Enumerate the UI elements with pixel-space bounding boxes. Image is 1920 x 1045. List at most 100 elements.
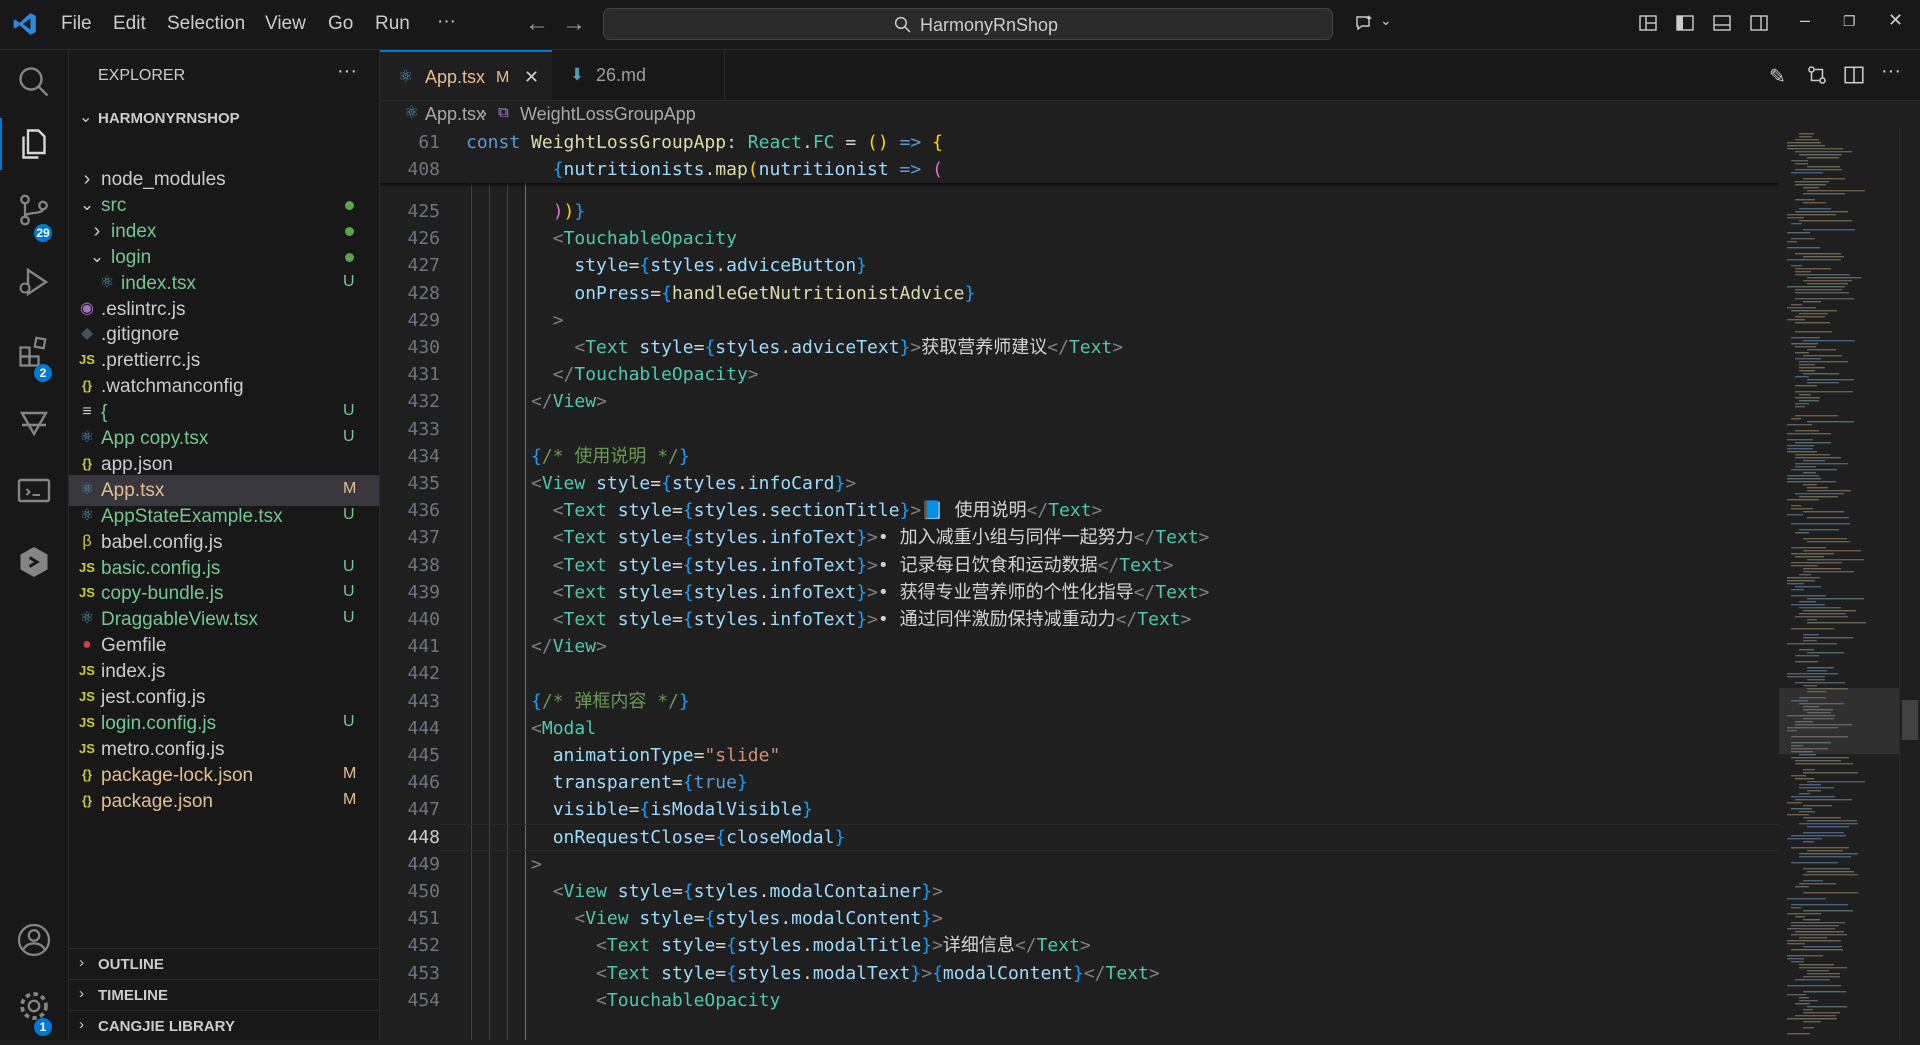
minimap-line	[1787, 241, 1797, 243]
tab-26-md[interactable]: ⬇ 26.md	[552, 50, 725, 100]
toggle-primary-sidebar-icon[interactable]	[1675, 13, 1695, 33]
back-arrow-icon[interactable]: ←	[525, 10, 549, 38]
code-line[interactable]: 425 ))}	[380, 198, 1779, 225]
minimap-line	[1791, 589, 1804, 591]
code-line[interactable]: 434 {/* 使用说明 */}	[380, 443, 1779, 470]
minimap-slider[interactable]	[1779, 688, 1899, 754]
code-line[interactable]: 440 <Text style={styles.infoText}>• 通过同伴…	[380, 606, 1779, 633]
close-tab-icon[interactable]: ✕	[524, 67, 539, 88]
code-line[interactable]: 452 <Text style={styles.modalTitle}>详细信息…	[380, 932, 1779, 959]
vertical-scrollbar[interactable]	[1899, 129, 1920, 1040]
minimize-icon[interactable]: –	[1800, 10, 1810, 31]
code-line[interactable]: 438 <Text style={styles.infoText}>• 记录每日…	[380, 552, 1779, 579]
code-line[interactable]: 454 <TouchableOpacity	[380, 987, 1779, 1014]
account-icon[interactable]	[16, 922, 52, 958]
minimap-line	[1791, 775, 1806, 777]
code-line[interactable]: 427 style={styles.adviceButton}	[380, 252, 1779, 279]
code-line[interactable]: 448 onRequestClose={closeModal}	[380, 824, 1779, 851]
minimap-line	[1799, 1000, 1818, 1002]
minimap-line	[1799, 154, 1842, 156]
workspace-root-label: HARMONYRNSHOP	[98, 110, 240, 127]
menu-go[interactable]: Go	[328, 13, 353, 35]
code-line[interactable]: 451 <View style={styles.modalContent}>	[380, 905, 1779, 932]
menu-more[interactable]: ···	[437, 11, 456, 33]
minimap[interactable]	[1779, 129, 1899, 1040]
code-line[interactable]: 437 <Text style={styles.infoText}>• 加入减重…	[380, 524, 1779, 551]
code-line[interactable]: 445 animationType="slide"	[380, 742, 1779, 769]
breadcrumb-symbol[interactable]: WeightLossGroupApp	[520, 104, 696, 125]
code-editor[interactable]: 425 ))} 426 <TouchableOpacity 427 style={s…	[380, 129, 1779, 1040]
code-line[interactable]: 443 {/* 弹框内容 */}	[380, 688, 1779, 715]
minimap-line	[1803, 484, 1817, 486]
breadcrumb-file[interactable]: App.tsx	[425, 104, 485, 125]
minimap-line	[1787, 232, 1810, 234]
pencil-edit-icon[interactable]: ✎	[1769, 64, 1786, 89]
cangjie-icon[interactable]	[16, 544, 52, 580]
code-line[interactable]: 450 <View style={styles.modalContainer}>	[380, 878, 1779, 905]
outline-label: OUTLINE	[98, 956, 164, 973]
source-control-icon[interactable]	[16, 192, 52, 228]
customize-layout-icon[interactable]	[1638, 13, 1658, 33]
remote-explorer-icon[interactable]	[16, 474, 52, 510]
minimap-line	[1799, 793, 1810, 795]
compare-changes-icon[interactable]	[1806, 64, 1828, 86]
minimap-line	[1795, 430, 1819, 432]
code-line[interactable]: 453 <Text style={styles.modalText}>{moda…	[380, 960, 1779, 987]
search-icon[interactable]	[16, 64, 52, 100]
code-line[interactable]: 432 </View>	[380, 388, 1779, 415]
deveco-icon[interactable]	[16, 404, 52, 440]
minimap-line	[1787, 1033, 1810, 1035]
run-debug-icon[interactable]	[16, 264, 52, 300]
cangjie-library-section[interactable]: › CANGJIE LIBRARY	[69, 1010, 379, 1041]
outline-section[interactable]: › OUTLINE	[69, 948, 379, 979]
minimap-line	[1791, 310, 1837, 312]
code-line[interactable]: 446 transparent={true}	[380, 769, 1779, 796]
code-line[interactable]: 430 <Text style={styles.adviceText}>获取营养…	[380, 334, 1779, 361]
code-line[interactable]: 428 onPress={handleGetNutritionistAdvice…	[380, 280, 1779, 307]
more-actions-icon[interactable]: ···	[337, 60, 357, 83]
workspace-root[interactable]: ⌄ HARMONYRNSHOP	[69, 106, 379, 132]
tree-item[interactable]: {} package.json M	[69, 786, 379, 817]
sticky-line[interactable]: 61 const WeightLossGroupApp: React.FC = (…	[380, 129, 1779, 156]
chevron-down-icon[interactable]: ⌄	[1380, 12, 1392, 29]
minimap-line	[1791, 862, 1838, 864]
split-editor-icon[interactable]	[1843, 64, 1865, 86]
code-line[interactable]: 431 </TouchableOpacity>	[380, 361, 1779, 388]
close-window-icon[interactable]: ✕	[1888, 10, 1903, 31]
code-text: onPress={handleGetNutritionistAdvice}	[574, 282, 976, 304]
code-line[interactable]: 436 <Text style={styles.sectionTitle}>📘 …	[380, 497, 1779, 524]
minimap-line	[1799, 607, 1841, 609]
menu-selection[interactable]: Selection	[167, 13, 245, 35]
code-line[interactable]: 439 <Text style={styles.infoText}>• 获得专业…	[380, 579, 1779, 606]
code-line[interactable]: 429 >	[380, 307, 1779, 334]
sticky-line[interactable]: 408 {nutritionists.map(nutritionist => (	[380, 156, 1779, 183]
toggle-secondary-sidebar-icon[interactable]	[1749, 13, 1769, 33]
chevron-down-icon: ⌄	[89, 246, 105, 266]
timeline-section[interactable]: › TIMELINE	[69, 979, 379, 1010]
minimap-line	[1799, 601, 1816, 603]
menu-run[interactable]: Run	[375, 13, 410, 35]
command-center-search[interactable]: HarmonyRnShop	[603, 8, 1333, 40]
copilot-chat-icon[interactable]	[1354, 13, 1374, 33]
code-line[interactable]: 441 </View>	[380, 633, 1779, 660]
code-line[interactable]: 426 <TouchableOpacity	[380, 225, 1779, 252]
toggle-panel-icon[interactable]	[1712, 13, 1732, 33]
files-explorer-icon[interactable]	[16, 126, 52, 162]
menu-view[interactable]: View	[265, 13, 306, 35]
code-text: const WeightLossGroupApp: React.FC = () …	[466, 132, 943, 153]
code-line[interactable]: 433	[380, 416, 1779, 443]
menu-file[interactable]: File	[61, 13, 92, 35]
scrollbar-thumb[interactable]	[1902, 700, 1918, 740]
more-actions-icon[interactable]: ···	[1881, 60, 1901, 83]
minimap-line	[1807, 421, 1854, 423]
restore-icon[interactable]: ❐	[1843, 13, 1856, 30]
forward-arrow-icon[interactable]: →	[562, 10, 586, 38]
code-line[interactable]: 449 >	[380, 851, 1779, 878]
code-line[interactable]: 444 <Modal	[380, 715, 1779, 742]
code-line[interactable]: 447 visible={isModalVisible}	[380, 796, 1779, 823]
code-text: <Text style={styles.modalTitle}>详细信息</Te…	[596, 935, 1091, 957]
menu-edit[interactable]: Edit	[113, 13, 146, 35]
tab-app-tsx[interactable]: ⚛ App.tsx M ✕	[380, 50, 552, 100]
code-line[interactable]: 435 <View style={styles.infoCard}>	[380, 470, 1779, 497]
code-line[interactable]: 442	[380, 660, 1779, 687]
